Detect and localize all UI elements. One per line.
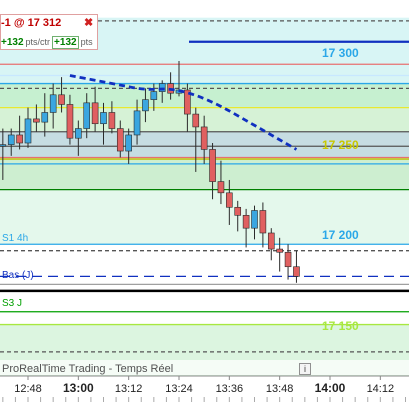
level-label-s3-j: S3 J <box>2 298 22 309</box>
x-tick-label-1: 13:00 <box>63 381 94 395</box>
x-tick-label-4: 13:36 <box>216 383 244 395</box>
candle-body-4 <box>33 118 40 123</box>
candle-body-12 <box>100 112 107 125</box>
candle-body-1 <box>7 134 15 145</box>
price-label-17250: 17 250 <box>322 138 359 152</box>
level-label-bas-j: Bas (J) <box>2 270 34 281</box>
candlestick-chart[interactable]: 17 300 17 250 17 200 17 150 S1 4h Bas (J… <box>0 0 409 402</box>
order-panel[interactable]: -1 @ 17 312 ✖ +132 pts/ctr +132 pts <box>0 14 98 50</box>
candle-body-13 <box>108 112 116 129</box>
candle-body-32 <box>267 232 275 250</box>
price-label-17200: 17 200 <box>322 228 359 242</box>
candle-body-26 <box>217 181 225 194</box>
pnl-per-contract-unit: pts/ctr <box>25 37 51 47</box>
price-label-17150: 17 150 <box>322 319 359 333</box>
close-order-icon[interactable]: ✖ <box>84 16 93 29</box>
candle-body-10 <box>83 102 91 129</box>
candle-body-31 <box>259 210 267 234</box>
watermark: ProRealTime Trading - Temps Réel <box>2 363 173 375</box>
candle-body-5 <box>41 112 49 123</box>
x-tick-label-0: 12:48 <box>14 383 42 395</box>
candle-body-27 <box>226 192 233 208</box>
x-axis: 12:48 13:00 13:12 13:24 13:36 13:48 14:00 14:12 <box>0 375 409 402</box>
candle-body-18 <box>150 91 158 100</box>
pnl-total: +132 <box>52 36 79 49</box>
candle-body-35 <box>293 266 300 277</box>
pnl-per-contract: +132 <box>1 37 24 48</box>
candle-body-0 <box>0 144 7 147</box>
x-tick-label-2: 13:12 <box>115 383 143 395</box>
candle-body-7 <box>58 94 65 105</box>
info-icon[interactable]: i <box>299 363 311 375</box>
candle-body-8 <box>66 104 74 139</box>
x-tick-label-6: 14:00 <box>315 381 346 395</box>
candle-body-17 <box>142 99 149 112</box>
candle-body-23 <box>192 113 200 128</box>
pnl-total-unit: pts <box>80 37 93 47</box>
candle-body-25 <box>209 149 216 182</box>
candle-body-2 <box>16 134 23 144</box>
candle-body-16 <box>133 110 141 136</box>
candle-body-6 <box>49 94 57 113</box>
price-label-17300: 17 300 <box>322 46 359 60</box>
candle-body-3 <box>24 118 32 144</box>
candle-body-30 <box>251 210 258 229</box>
x-tick-label-5: 13:48 <box>266 383 294 395</box>
order-title: -1 @ 17 312 <box>1 17 62 29</box>
candle-body-9 <box>75 128 82 139</box>
order-pnl-row: +132 pts/ctr +132 pts <box>1 36 93 49</box>
candle-body-34 <box>284 251 292 268</box>
candle-body-29 <box>242 215 250 229</box>
x-tick-label-3: 13:24 <box>165 383 193 395</box>
x-tick-label-7: 14:12 <box>367 383 395 395</box>
candle-body-15 <box>125 134 132 152</box>
candle-body-33 <box>276 248 283 253</box>
candle-body-11 <box>91 102 99 125</box>
candle-body-24 <box>200 126 208 150</box>
candle-body-14 <box>116 128 124 152</box>
level-label-s1-4h: S1 4h <box>2 233 28 244</box>
candle-body-28 <box>234 206 242 216</box>
